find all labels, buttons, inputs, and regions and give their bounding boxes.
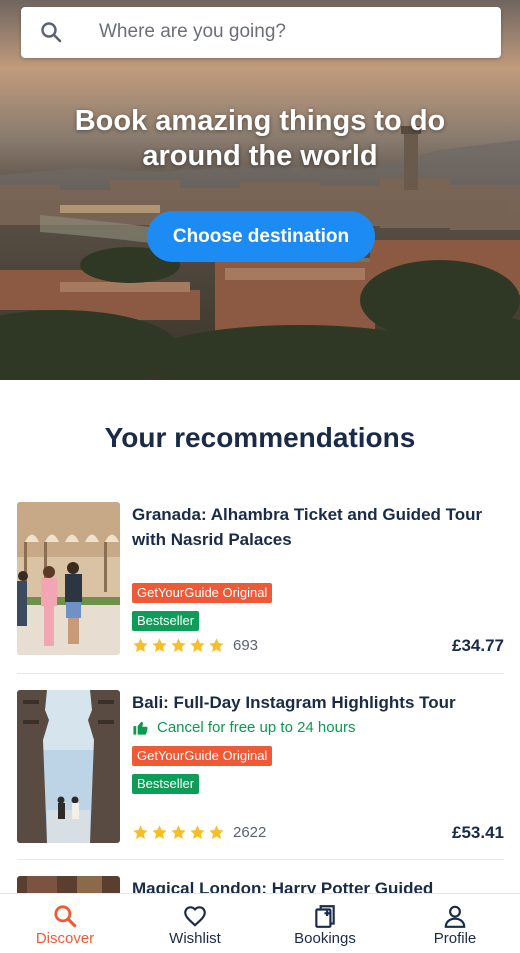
star-icon bbox=[190, 638, 205, 652]
search-icon bbox=[41, 22, 62, 43]
heart-icon bbox=[184, 906, 206, 927]
choose-destination-button[interactable]: Choose destination bbox=[147, 211, 375, 262]
star-icon bbox=[133, 825, 148, 839]
star-rating bbox=[132, 637, 227, 654]
star-rating bbox=[132, 824, 227, 841]
search-bar[interactable] bbox=[21, 7, 501, 58]
alhambra-thumbnail[interactable] bbox=[17, 502, 120, 655]
nav-bookings[interactable]: Bookings bbox=[260, 894, 390, 953]
recommendations-heading: Your recommendations bbox=[104, 422, 416, 453]
activity-title[interactable]: Granada: Alhambra Ticket and Guided Tour… bbox=[132, 502, 497, 552]
star-icon bbox=[133, 638, 148, 652]
search-icon bbox=[54, 905, 77, 928]
activity-price: £53.41 bbox=[452, 823, 504, 842]
star-icon bbox=[152, 638, 167, 652]
original-badge: GetYourGuide Original bbox=[132, 583, 273, 603]
activity-card[interactable]: Granada: Alhambra Ticket and Guided Tour… bbox=[17, 502, 504, 674]
activity-price: £34.77 bbox=[452, 636, 504, 655]
star-icon bbox=[190, 825, 205, 839]
bottom-navigation: Discover Wishlist Bookings Profile bbox=[0, 893, 520, 953]
nav-label: Profile bbox=[433, 930, 477, 947]
nav-discover[interactable]: Discover bbox=[0, 894, 130, 953]
review-count: 693 bbox=[233, 637, 259, 654]
nav-label: Wishlist bbox=[169, 930, 221, 947]
rating: 693 bbox=[132, 637, 258, 654]
activity-title[interactable]: Bali: Full-Day Instagram Highlights Tour bbox=[132, 690, 497, 715]
nav-wishlist[interactable]: Wishlist bbox=[130, 894, 260, 953]
thumbs-up-icon bbox=[133, 721, 148, 735]
search-input[interactable] bbox=[99, 18, 479, 46]
bestseller-badge: Bestseller bbox=[132, 611, 200, 631]
star-icon bbox=[209, 638, 224, 652]
cancel-text: Cancel for free up to 24 hours bbox=[157, 719, 356, 736]
nav-profile[interactable]: Profile bbox=[390, 894, 520, 953]
star-icon bbox=[152, 825, 167, 839]
star-icon bbox=[209, 825, 224, 839]
nav-label: Discover bbox=[35, 930, 95, 947]
original-badge: GetYourGuide Original bbox=[132, 746, 273, 766]
star-icon bbox=[171, 825, 186, 839]
bookings-icon bbox=[315, 905, 335, 928]
bali-gate-thumbnail[interactable] bbox=[17, 690, 120, 843]
activity-card[interactable]: Bali: Full-Day Instagram Highlights Tour… bbox=[17, 690, 504, 860]
person-icon bbox=[444, 905, 466, 928]
star-icon bbox=[171, 638, 186, 652]
review-count: 2622 bbox=[233, 824, 267, 841]
hero-title: Book amazing things to do around the wor… bbox=[74, 105, 446, 172]
free-cancellation: Cancel for free up to 24 hours bbox=[132, 719, 355, 736]
bestseller-badge: Bestseller bbox=[132, 774, 200, 794]
hero-banner: Book amazing things to do around the wor… bbox=[0, 0, 520, 380]
rating: 2622 bbox=[132, 824, 266, 841]
nav-label: Bookings bbox=[294, 930, 356, 947]
